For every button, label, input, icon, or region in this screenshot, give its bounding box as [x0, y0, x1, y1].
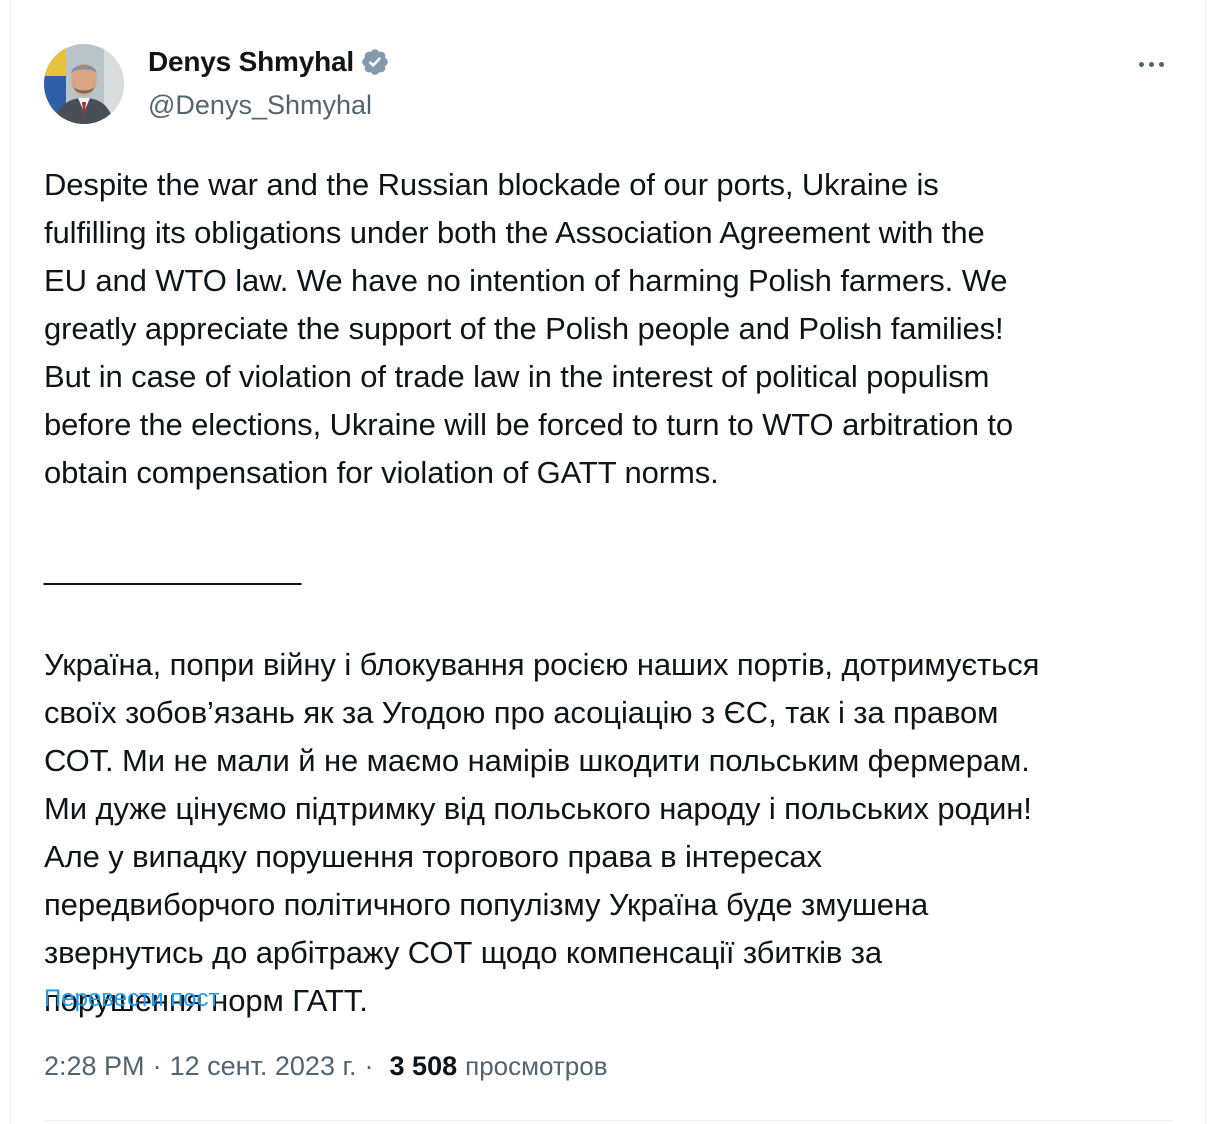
- avatar-photo: [44, 44, 124, 124]
- post-date[interactable]: 12 сент. 2023 г.: [170, 1051, 357, 1082]
- author-display-name[interactable]: Denys Shmyhal: [148, 46, 354, 78]
- more-dot: [1148, 61, 1154, 67]
- verified-badge-icon[interactable]: [360, 47, 390, 77]
- translate-post-link[interactable]: Перевести пост: [44, 985, 220, 1013]
- meta-separator: ·: [152, 1051, 162, 1081]
- more-dot: [1138, 61, 1144, 67]
- author-avatar[interactable]: [44, 44, 124, 124]
- post-metadata: 2:28 PM · 12 сент. 2023 г. · 3 508 просм…: [44, 1051, 608, 1082]
- views-count[interactable]: 3 508: [390, 1051, 458, 1082]
- meta-separator: ·: [364, 1051, 374, 1081]
- views-label[interactable]: просмотров: [465, 1051, 607, 1082]
- post-time[interactable]: 2:28 PM: [44, 1051, 145, 1082]
- more-dot: [1158, 61, 1164, 67]
- author-name-row[interactable]: Denys Shmyhal: [148, 46, 390, 78]
- author-handle[interactable]: @Denys_Shmyhal: [148, 90, 372, 121]
- more-options-icon[interactable]: [1129, 52, 1173, 76]
- divider: [44, 1120, 1173, 1121]
- post-text: Despite the war and the Russian blockade…: [44, 167, 1040, 1018]
- tweet-card: Denys Shmyhal @Denys_Shmyhal Despite the…: [10, 0, 1206, 1124]
